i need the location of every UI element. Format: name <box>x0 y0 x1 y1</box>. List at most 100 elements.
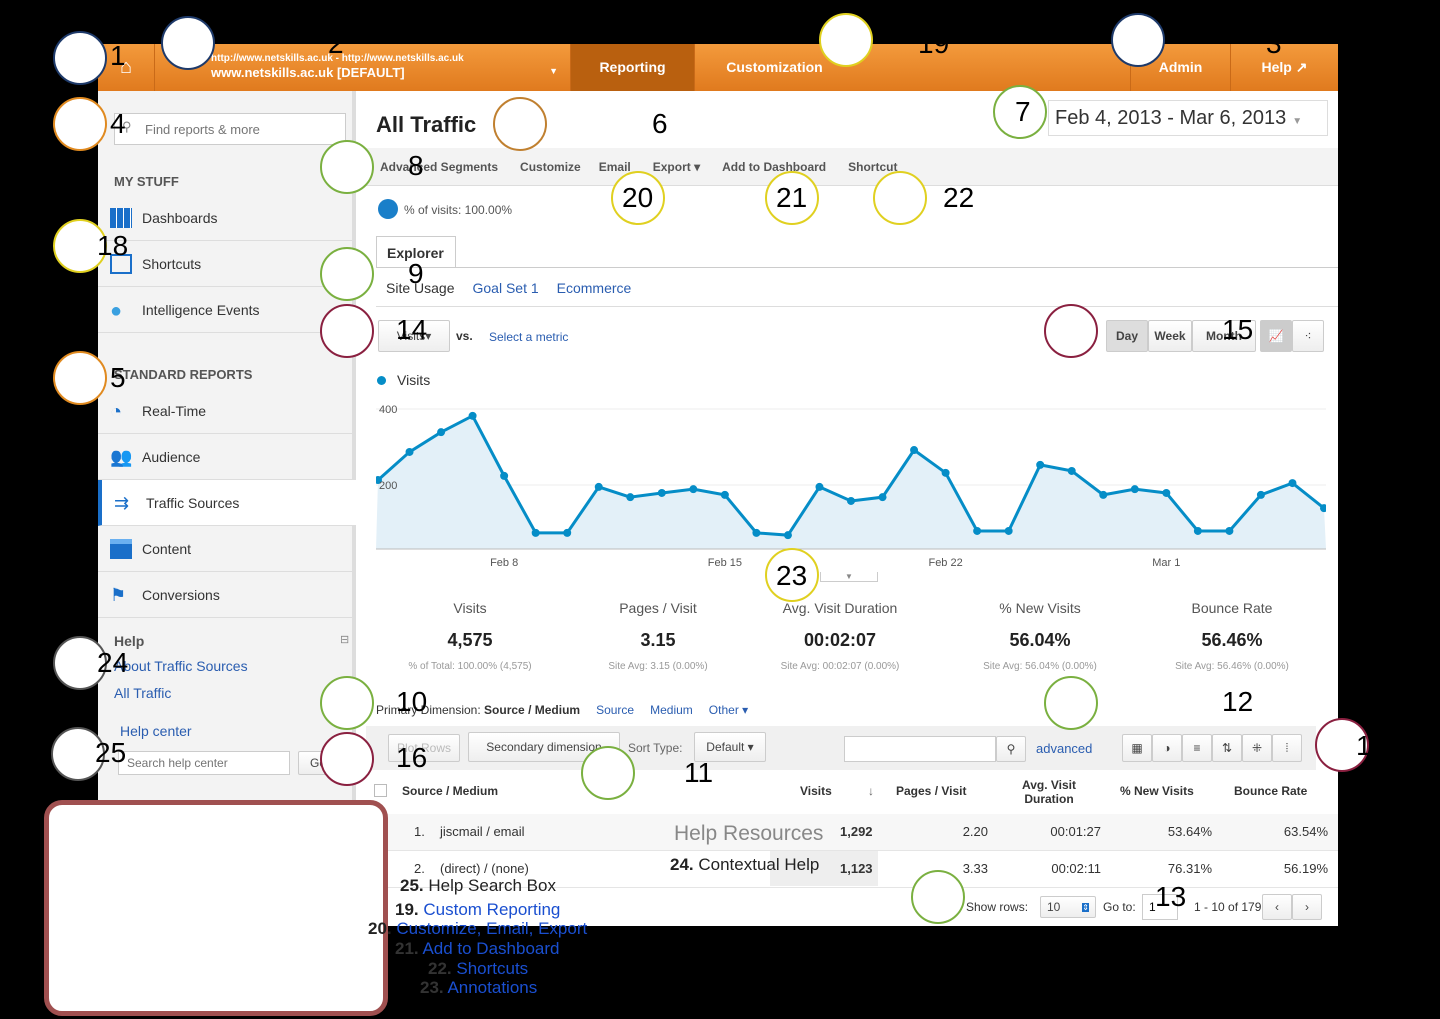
show-rows-label: Show rows: <box>966 900 1029 914</box>
dim-medium[interactable]: Medium <box>650 703 693 717</box>
col-bounce-rate[interactable]: Bounce Rate <box>1234 784 1307 798</box>
table-filter-input[interactable] <box>844 736 996 762</box>
page-range: 1 - 10 of 179 <box>1194 900 1262 914</box>
col-source-medium[interactable]: Source / Medium <box>402 784 498 798</box>
annotation-number: 20 <box>622 182 654 213</box>
annotation-number: 1 <box>1356 730 1372 761</box>
table-view-icon[interactable]: ▦ <box>1122 734 1152 762</box>
annotation-number: 8 <box>408 150 424 181</box>
email-button[interactable]: Email <box>599 160 631 174</box>
table-cell: 00:01:27 <box>1050 824 1101 839</box>
annotation-circle <box>493 97 547 151</box>
account-selector[interactable]: http://www.netskills.ac.uk - http://www.… <box>154 44 570 91</box>
legend-label: Visits <box>397 372 431 388</box>
help-link-all-traffic[interactable]: All Traffic <box>114 685 171 701</box>
sidebar-item-traffic-sources[interactable]: ⇉ Traffic Sources <box>98 480 356 526</box>
summary-metric: Visits 4,575 % of Total: 100.00% (4,575) <box>380 600 560 672</box>
help-link[interactable]: Help ↗ <box>1230 44 1338 91</box>
period-week-button[interactable]: Week <box>1148 320 1192 352</box>
motion-chart-icon[interactable]: ⁖ <box>1292 320 1324 352</box>
export-button[interactable]: Export ▾ <box>653 160 700 174</box>
content-icon <box>110 538 132 559</box>
data-point <box>720 490 729 499</box>
term-cloud-icon[interactable]: ⁜ <box>1242 734 1272 762</box>
subtab-ecommerce[interactable]: Ecommerce <box>557 280 632 296</box>
data-point <box>1099 490 1108 499</box>
customize-button[interactable]: Customize <box>520 160 581 174</box>
period-day-button[interactable]: Day <box>1106 320 1148 352</box>
subtab-goal-set[interactable]: Goal Set 1 <box>472 280 538 296</box>
sidebar-item-realtime[interactable]: ◔ Real-Time <box>98 388 356 434</box>
sidebar-item-conversions[interactable]: ⚑ Conversions <box>98 572 356 618</box>
performance-view-icon[interactable]: ≡ <box>1182 734 1212 762</box>
sidebar-item-intelligence[interactable]: ● Intelligence Events <box>98 287 356 333</box>
date-range-picker[interactable]: Feb 4, 2013 - Mar 6, 2013 ▼ <box>1048 100 1328 136</box>
segment-pie-icon <box>378 199 398 219</box>
pivot-view-icon[interactable]: ⦙ <box>1272 734 1302 762</box>
legend-number: 23. <box>420 978 444 997</box>
comparison-view-icon[interactable]: ⇅ <box>1212 734 1242 762</box>
chevron-down-icon: ▼ <box>549 66 558 76</box>
annotation-circle <box>581 746 635 800</box>
annotations-toggle[interactable]: ▼ <box>820 572 878 582</box>
annotation-circle <box>819 13 873 67</box>
help-center-link[interactable]: Help center <box>120 723 192 739</box>
col-avg-duration[interactable]: Avg. Visit Duration <box>1016 778 1082 806</box>
area-fill <box>376 415 1326 549</box>
dim-source[interactable]: Source <box>596 703 634 717</box>
sidebar-item-dashboards[interactable]: Dashboards <box>98 195 356 241</box>
metric-label: Avg. Visit Duration <box>782 600 898 616</box>
data-point <box>1067 466 1076 475</box>
data-point <box>437 428 446 437</box>
x-tick-label: Feb 22 <box>928 557 962 569</box>
sidebar-item-content[interactable]: Content <box>98 526 356 572</box>
prev-page-button[interactable]: ‹ <box>1262 894 1292 920</box>
data-point <box>973 526 982 535</box>
annotation-number: 19 <box>918 28 950 59</box>
next-page-button[interactable]: › <box>1292 894 1322 920</box>
data-point <box>626 493 635 502</box>
rows-per-page-select[interactable]: 10 ⇕ <box>1040 896 1096 918</box>
collapse-icon[interactable]: ⊟ <box>340 633 349 646</box>
advanced-filter-link[interactable]: advanced <box>1036 741 1092 756</box>
table-cell: 2. <box>414 861 425 876</box>
annotation-number: 23 <box>776 560 808 591</box>
search-icon[interactable]: ⚲ <box>996 736 1026 762</box>
annotation-number: 24 <box>97 647 129 678</box>
table-cell: 00:02:11 <box>1051 861 1101 876</box>
sidebar-item-audience[interactable]: 👥 Audience <box>98 434 356 480</box>
table-cell: 63.54% <box>1283 824 1328 839</box>
line-chart-icon[interactable]: 📈 <box>1260 320 1292 352</box>
select-metric-link[interactable]: Select a metric <box>489 330 568 344</box>
annotation-number: 12 <box>1222 686 1254 717</box>
tab-reporting[interactable]: Reporting <box>570 44 694 91</box>
add-to-dashboard-button[interactable]: Add to Dashboard <box>722 160 826 174</box>
metric-sub: % of Total: 100.00% (4,575) <box>408 661 532 672</box>
row-link[interactable]: (direct) / (none) <box>440 861 529 876</box>
page-title: All Traffic <box>376 112 477 137</box>
sort-arrow-icon: ↓ <box>868 784 874 798</box>
pie-view-icon[interactable]: ◑ <box>1152 734 1182 762</box>
people-icon: 👥 <box>110 446 133 467</box>
legend-text: Annotations <box>447 978 538 997</box>
col-visits[interactable]: Visits <box>800 784 832 798</box>
col-pages-visit[interactable]: Pages / Visit <box>896 784 966 798</box>
annotation-circle <box>320 304 374 358</box>
report-search-input[interactable] <box>114 113 346 145</box>
metric-sub: Site Avg: 3.15 (0.00%) <box>608 661 708 672</box>
help-search-input[interactable] <box>118 751 290 775</box>
x-tick-label: Feb 8 <box>490 557 518 569</box>
advanced-segments-button[interactable]: Advanced Segments <box>380 160 498 174</box>
col-new-visits[interactable]: % New Visits <box>1120 784 1194 798</box>
dim-other[interactable]: Other ▾ <box>709 703 748 717</box>
data-point <box>1193 526 1202 535</box>
legend-number: 24. <box>670 855 694 874</box>
select-all-checkbox[interactable] <box>374 784 387 797</box>
annotation-number: 14 <box>396 314 428 345</box>
legend-number: 25. <box>400 876 424 895</box>
home-icon[interactable]: ⌂ <box>98 44 154 91</box>
row-link[interactable]: jiscmail / email <box>440 824 525 839</box>
help-link-about[interactable]: About Traffic Sources <box>114 658 248 674</box>
sidebar-item-shortcuts[interactable]: Shortcuts <box>98 241 356 287</box>
legend-item: 21. Add to Dashboard <box>395 939 559 959</box>
